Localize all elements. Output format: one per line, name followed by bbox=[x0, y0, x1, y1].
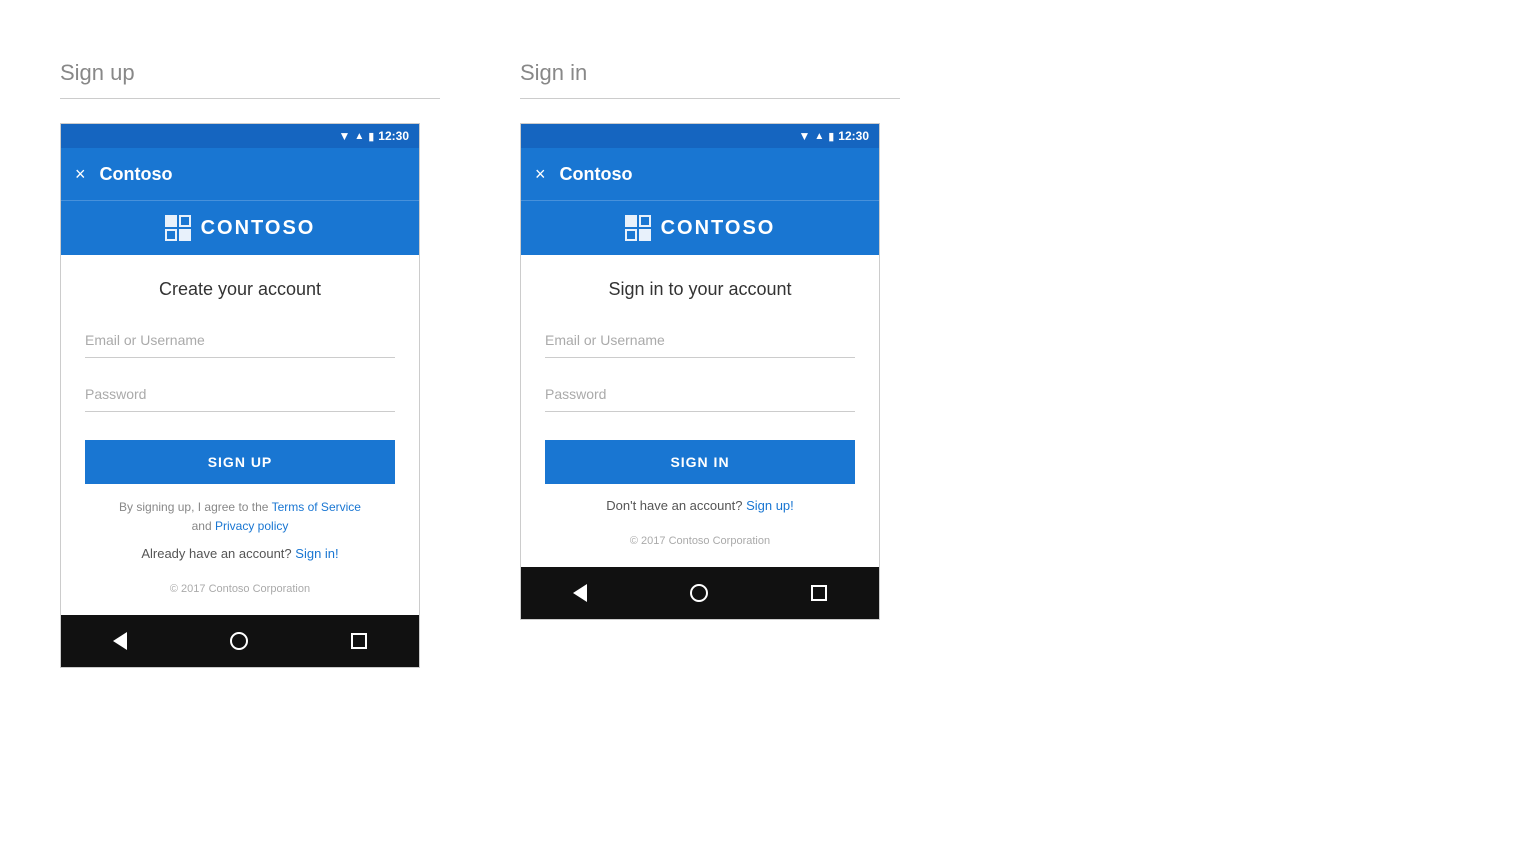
signin-status-icons: ▼ ▲ ▮ 12:30 bbox=[798, 129, 869, 143]
signin-form-title: Sign in to your account bbox=[545, 279, 855, 300]
signin-cell-icon: ▲ bbox=[814, 131, 824, 142]
signup-back-icon bbox=[113, 632, 127, 650]
signin-brand-bar: CONTOSO bbox=[521, 200, 879, 255]
signin-email-input[interactable] bbox=[545, 324, 855, 358]
signin-win-cell-1 bbox=[625, 215, 637, 227]
signin-section-title: Sign in bbox=[520, 60, 587, 86]
signup-home-button[interactable] bbox=[230, 632, 248, 650]
signup-wifi-icon: ▼ bbox=[338, 129, 350, 143]
signup-status-time: 12:30 bbox=[378, 129, 409, 143]
signup-section: Sign up ▼ ▲ ▮ 12:30 × Contoso bbox=[60, 60, 440, 668]
signup-email-field[interactable] bbox=[85, 324, 395, 358]
signup-already-account: Already have an account? Sign in! bbox=[85, 546, 395, 561]
signup-battery-icon: ▮ bbox=[368, 130, 374, 143]
signup-legal-line1: By signing up, I agree to the bbox=[119, 500, 268, 514]
signin-no-account: Don't have an account? Sign up! bbox=[545, 498, 855, 513]
signup-terms-link[interactable]: Terms of Service bbox=[272, 500, 361, 514]
signin-win-cell-2 bbox=[639, 215, 651, 227]
signin-status-bar: ▼ ▲ ▮ 12:30 bbox=[521, 124, 879, 148]
signup-brand-bar: CONTOSO bbox=[61, 200, 419, 255]
signup-win-cell-2 bbox=[179, 215, 191, 227]
signin-content-area: Sign in to your account SIGN IN Don't ha… bbox=[521, 255, 879, 567]
signin-windows-icon bbox=[625, 215, 651, 241]
signin-button[interactable]: SIGN IN bbox=[545, 440, 855, 484]
signin-copyright: © 2017 Contoso Corporation bbox=[545, 523, 855, 551]
signup-brand-logo bbox=[165, 215, 191, 241]
signup-windows-icon bbox=[165, 215, 191, 241]
signin-brand-logo bbox=[625, 215, 651, 241]
signup-content-area: Create your account SIGN UP By signing u… bbox=[61, 255, 419, 615]
signup-back-button[interactable] bbox=[113, 632, 127, 650]
signup-signin-link[interactable]: Sign in! bbox=[295, 546, 338, 561]
signup-recents-icon bbox=[351, 633, 367, 649]
signin-section: Sign in ▼ ▲ ▮ 12:30 × Contoso bbox=[520, 60, 900, 620]
signup-privacy-link[interactable]: Privacy policy bbox=[215, 519, 288, 533]
signin-wifi-icon: ▼ bbox=[798, 129, 810, 143]
signin-close-button[interactable]: × bbox=[535, 164, 546, 185]
signup-form-title: Create your account bbox=[85, 279, 395, 300]
signup-app-bar: × Contoso bbox=[61, 148, 419, 200]
signup-phone-frame: ▼ ▲ ▮ 12:30 × Contoso CONTOSO bbox=[60, 123, 420, 668]
signup-button[interactable]: SIGN UP bbox=[85, 440, 395, 484]
signin-app-bar: × Contoso bbox=[521, 148, 879, 200]
signup-password-field[interactable] bbox=[85, 378, 395, 412]
signup-already-text: Already have an account? bbox=[141, 546, 291, 561]
signup-win-cell-3 bbox=[165, 229, 177, 241]
signin-no-account-text: Don't have an account? bbox=[606, 498, 742, 513]
signin-app-title: Contoso bbox=[560, 164, 633, 185]
signin-brand-name: CONTOSO bbox=[661, 217, 776, 240]
signin-recents-button[interactable] bbox=[811, 585, 827, 601]
signin-battery-icon: ▮ bbox=[828, 130, 834, 143]
signup-status-icons: ▼ ▲ ▮ 12:30 bbox=[338, 129, 409, 143]
signin-win-cell-4 bbox=[639, 229, 651, 241]
signup-win-cell-1 bbox=[165, 215, 177, 227]
signup-home-icon bbox=[230, 632, 248, 650]
signup-legal-line2: and bbox=[192, 519, 212, 533]
signin-divider bbox=[520, 98, 900, 99]
signin-back-icon bbox=[573, 584, 587, 602]
signin-phone-frame: ▼ ▲ ▮ 12:30 × Contoso CONTOSO bbox=[520, 123, 880, 620]
signup-nav-bar bbox=[61, 615, 419, 667]
signin-recents-icon bbox=[811, 585, 827, 601]
signup-divider bbox=[60, 98, 440, 99]
signin-password-field[interactable] bbox=[545, 378, 855, 412]
signin-password-input[interactable] bbox=[545, 378, 855, 412]
signup-password-input[interactable] bbox=[85, 378, 395, 412]
signup-brand-name: CONTOSO bbox=[201, 217, 316, 240]
signin-back-button[interactable] bbox=[573, 584, 587, 602]
signup-copyright: © 2017 Contoso Corporation bbox=[85, 571, 395, 599]
signin-status-time: 12:30 bbox=[838, 129, 869, 143]
signup-recents-button[interactable] bbox=[351, 633, 367, 649]
signup-app-title: Contoso bbox=[100, 164, 173, 185]
signin-home-icon bbox=[690, 584, 708, 602]
signin-win-cell-3 bbox=[625, 229, 637, 241]
signup-cell-icon: ▲ bbox=[354, 131, 364, 142]
signup-close-button[interactable]: × bbox=[75, 164, 86, 185]
signin-home-button[interactable] bbox=[690, 584, 708, 602]
signin-signup-link[interactable]: Sign up! bbox=[746, 498, 794, 513]
signup-legal-text: By signing up, I agree to the Terms of S… bbox=[85, 498, 395, 536]
signup-status-bar: ▼ ▲ ▮ 12:30 bbox=[61, 124, 419, 148]
signup-section-title: Sign up bbox=[60, 60, 135, 86]
signin-email-field[interactable] bbox=[545, 324, 855, 358]
signup-win-cell-4 bbox=[179, 229, 191, 241]
signup-email-input[interactable] bbox=[85, 324, 395, 358]
signin-nav-bar bbox=[521, 567, 879, 619]
